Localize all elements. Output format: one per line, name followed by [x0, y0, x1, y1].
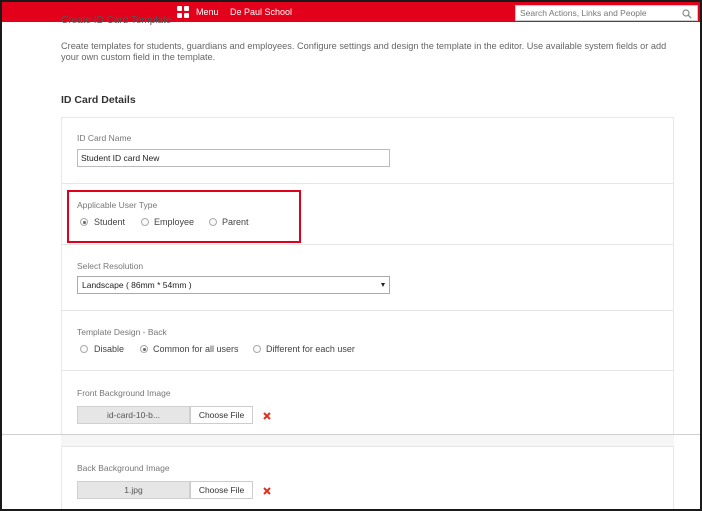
back-design-label: Template Design - Back: [77, 327, 167, 337]
divider: [61, 310, 674, 311]
resolution-select[interactable]: Landscape ( 86mm * 54mm ): [77, 276, 390, 294]
app-window: Menu De Paul School Create ID Card Templ…: [0, 0, 702, 511]
resolution-label: Select Resolution: [77, 261, 144, 271]
front-bg-label: Front Background Image: [77, 388, 171, 398]
radio-employee-label[interactable]: Employee: [154, 217, 194, 227]
radio-disable-label[interactable]: Disable: [94, 344, 124, 354]
back-bg-label: Back Background Image: [77, 463, 170, 473]
search-icon[interactable]: [682, 9, 692, 19]
page-title: Create ID Card Template: [61, 15, 172, 26]
page-description: Create templates for students, guardians…: [61, 41, 667, 62]
user-type-label: Applicable User Type: [77, 200, 158, 210]
back-bg-choose-file-button[interactable]: Choose File: [190, 481, 253, 499]
radio-different[interactable]: [253, 345, 261, 353]
radio-parent[interactable]: [209, 218, 217, 226]
remove-x-icon[interactable]: [263, 412, 271, 420]
radio-employee[interactable]: [141, 218, 149, 226]
chevron-down-icon: [381, 283, 385, 287]
section-title: ID Card Details: [61, 94, 136, 106]
remove-x-icon[interactable]: [263, 487, 271, 495]
search-box[interactable]: [515, 5, 698, 21]
divider: [61, 446, 674, 447]
radio-common-label[interactable]: Common for all users: [153, 344, 239, 354]
card-name-label: ID Card Name: [77, 133, 132, 143]
resolution-value: Landscape ( 86mm * 54mm ): [82, 280, 192, 290]
school-name[interactable]: De Paul School: [230, 7, 292, 17]
radio-different-label[interactable]: Different for each user: [266, 344, 355, 354]
divider: [61, 183, 674, 184]
grid-icon[interactable]: [177, 6, 189, 18]
front-bg-filename: id-card-10-b...: [77, 406, 190, 424]
radio-parent-label[interactable]: Parent: [222, 217, 249, 227]
radio-student[interactable]: [80, 218, 88, 226]
radio-common[interactable]: [140, 345, 148, 353]
radio-student-label[interactable]: Student: [94, 217, 125, 227]
details-panel: [61, 117, 674, 509]
card-name-input[interactable]: Student ID card New: [77, 149, 390, 167]
divider: [61, 435, 674, 446]
search-input[interactable]: [520, 7, 680, 19]
divider: [61, 370, 674, 371]
back-bg-filename: 1.jpg: [77, 481, 190, 499]
radio-disable[interactable]: [80, 345, 88, 353]
menu-button[interactable]: Menu: [196, 7, 219, 17]
front-bg-choose-file-button[interactable]: Choose File: [190, 406, 253, 424]
divider: [61, 244, 674, 245]
